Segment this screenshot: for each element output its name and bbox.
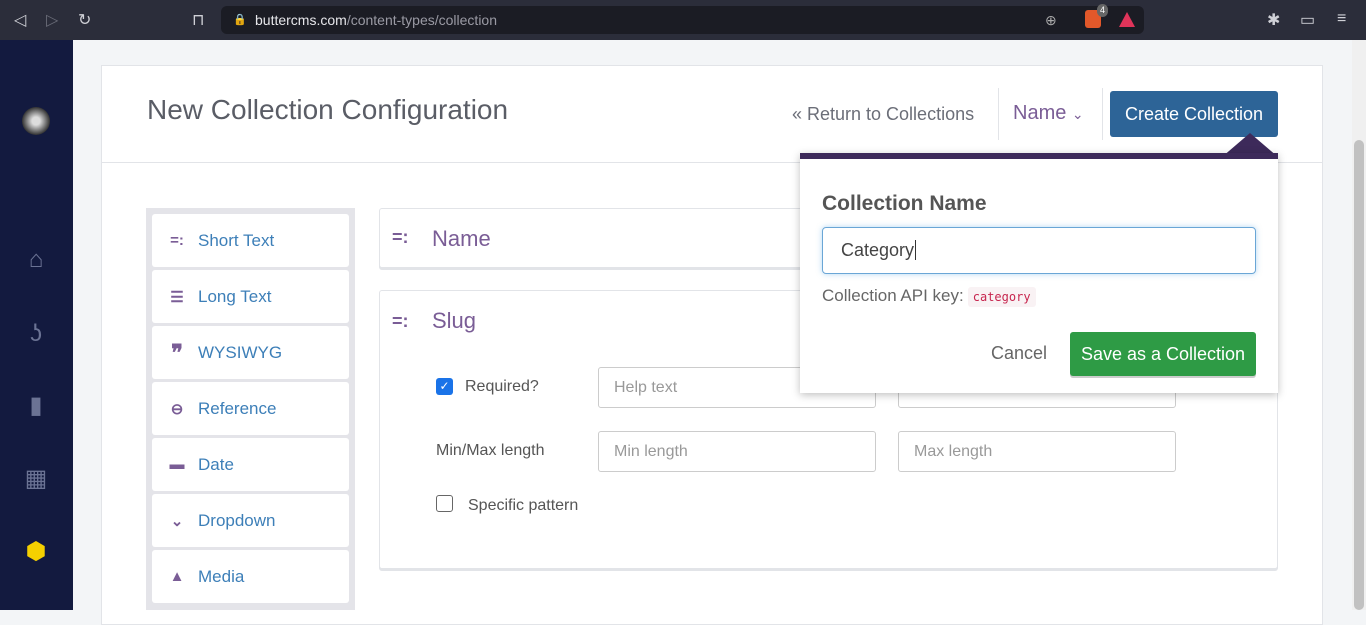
- divider: [1102, 88, 1103, 140]
- content-types-icon[interactable]: ▦: [22, 465, 50, 493]
- palette-item-dropdown[interactable]: ⌄ Dropdown: [152, 494, 349, 547]
- quote-icon: ❞: [171, 339, 183, 365]
- browser-toolbar: ◁ ▷ ↻ ⊓ 🔒 buttercms.com/content-types/co…: [0, 0, 1366, 40]
- short-text-icon: =:: [170, 232, 184, 249]
- palette-item-label: Short Text: [198, 230, 275, 250]
- specific-pattern-label: Specific pattern: [468, 497, 579, 514]
- palette-item-label: WYSIWYG: [198, 342, 283, 362]
- url-domain: buttercms.com: [255, 12, 347, 28]
- blog-icon[interactable]: ʖ: [22, 320, 50, 348]
- palette-item-date[interactable]: ▬ Date: [152, 438, 349, 491]
- palette-item-label: Reference: [198, 398, 277, 418]
- home-icon[interactable]: ⌂: [22, 246, 50, 274]
- palette-item-short-text[interactable]: =: Short Text: [152, 214, 349, 267]
- palette-item-wysiwyg[interactable]: ❞ WYSIWYG: [152, 326, 349, 379]
- min-max-label: Min/Max length: [436, 442, 545, 459]
- card-header: New Collection Configuration « Return to…: [102, 66, 1322, 163]
- long-text-icon: ☰: [170, 288, 184, 306]
- return-to-collections-link[interactable]: « Return to Collections: [792, 104, 974, 125]
- app-sidebar: ⌂ ʖ ▮ ▦ ⬢: [0, 40, 73, 610]
- collection-name-popover: Collection Name Category Collection API …: [800, 153, 1278, 393]
- wallet-icon[interactable]: ▭: [1300, 10, 1315, 30]
- extensions-icon[interactable]: ✱: [1267, 10, 1280, 30]
- min-length-input[interactable]: Min length: [598, 431, 876, 472]
- scrollbar-thumb[interactable]: [1354, 140, 1364, 610]
- api-key-row: Collection API key: category: [822, 286, 1036, 307]
- reload-icon[interactable]: ↻: [78, 10, 91, 30]
- chevron-down-icon: ⌄: [170, 512, 184, 530]
- zoom-icon[interactable]: ⊕: [1045, 6, 1057, 34]
- chevron-down-icon: ⌄: [1071, 106, 1084, 122]
- menu-icon[interactable]: ≡: [1337, 10, 1346, 28]
- required-checkbox[interactable]: ✓: [436, 378, 453, 395]
- calendar-icon: ▬: [169, 456, 185, 473]
- page-icon[interactable]: ▮: [22, 392, 50, 420]
- divider: [998, 88, 999, 140]
- create-collection-button[interactable]: Create Collection: [1110, 91, 1278, 137]
- save-as-collection-button[interactable]: Save as a Collection: [1070, 332, 1256, 376]
- page-title: New Collection Configuration: [147, 94, 509, 125]
- max-length-input[interactable]: Max length: [898, 431, 1176, 472]
- brave-rewards-icon[interactable]: [1119, 12, 1135, 27]
- drag-handle-icon[interactable]: =:: [392, 311, 409, 332]
- palette-item-long-text[interactable]: ☰ Long Text: [152, 270, 349, 323]
- collections-icon[interactable]: ⬢: [22, 538, 50, 566]
- api-key-label: Collection API key:: [822, 286, 964, 305]
- specific-pattern-checkbox[interactable]: [436, 495, 453, 512]
- text-cursor: [915, 240, 917, 260]
- shield-count-badge: 4: [1097, 4, 1109, 17]
- avatar[interactable]: [22, 107, 50, 135]
- field-title: Slug: [432, 308, 477, 333]
- forward-icon[interactable]: ▷: [46, 10, 58, 30]
- palette-item-label: Dropdown: [198, 510, 276, 530]
- palette-item-reference[interactable]: ⊖ Reference: [152, 382, 349, 435]
- back-icon[interactable]: ◁: [14, 10, 26, 30]
- palette-item-label: Long Text: [198, 286, 272, 306]
- name-dropdown-label: Name: [1013, 102, 1067, 124]
- palette-item-media[interactable]: ▲ Media: [152, 550, 349, 603]
- url-path: /content-types/collection: [346, 12, 498, 28]
- required-label: Required?: [465, 378, 539, 395]
- lock-icon: 🔒: [233, 14, 247, 26]
- bookmark-icon[interactable]: ⊓: [192, 10, 204, 30]
- field-type-palette: =: Short Text ☰ Long Text ❞ WYSIWYG ⊖ Refere…: [146, 208, 355, 610]
- cancel-button[interactable]: Cancel: [991, 343, 1047, 364]
- name-dropdown[interactable]: Name ⌄: [1013, 102, 1084, 125]
- image-icon: ▲: [169, 568, 185, 585]
- address-bar[interactable]: 🔒 buttercms.com/content-types/collection…: [221, 4, 1144, 34]
- popover-heading: Collection Name: [822, 192, 987, 215]
- drag-handle-icon[interactable]: =:: [392, 227, 409, 248]
- collection-name-input[interactable]: Category: [822, 227, 1256, 274]
- link-icon: ⊖: [170, 400, 184, 418]
- palette-item-label: Date: [198, 454, 234, 474]
- api-key-value: category: [967, 287, 1036, 307]
- field-title: Name: [432, 226, 491, 251]
- palette-item-label: Media: [198, 566, 245, 586]
- input-value: Category: [841, 240, 915, 260]
